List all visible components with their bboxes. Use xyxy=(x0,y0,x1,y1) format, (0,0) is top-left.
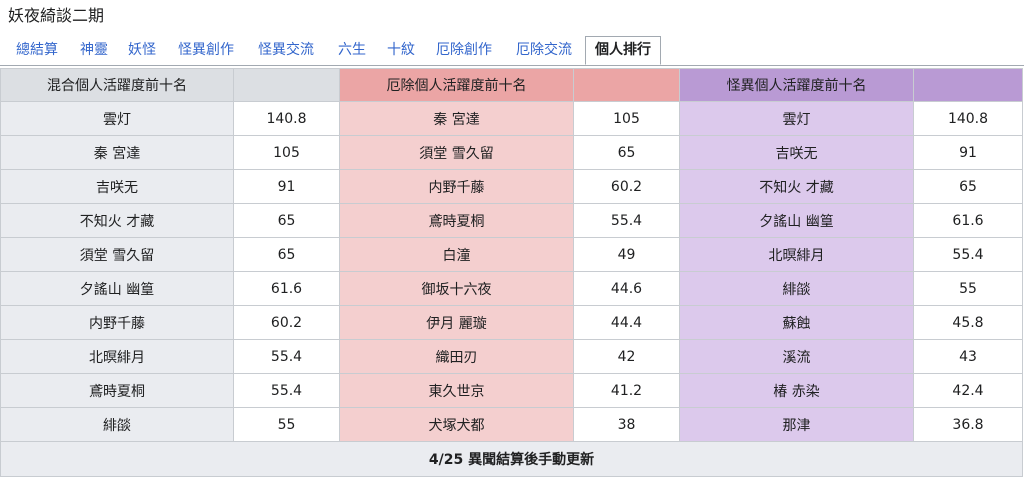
table-row: 雲灯 140.8 秦 宮達 105 雲灯 140.8 xyxy=(0,101,1023,136)
kaii-score-header xyxy=(913,68,1023,102)
kaii-player-score: 55.4 xyxy=(913,237,1023,272)
update-note: 4/25 異聞結算後手動更新 xyxy=(0,441,1023,477)
tab-yakuyoke-exchange[interactable]: 厄除交流 xyxy=(516,36,572,65)
yakuyoke-player-name: 鳶時夏桐 xyxy=(339,203,574,238)
yakuyoke-player-score: 49 xyxy=(573,237,680,272)
kaii-player-score: 43 xyxy=(913,339,1023,374)
kaii-ranking-header: 怪異個人活躍度前十名 xyxy=(679,68,914,102)
mixed-player-name: 須堂 雪久留 xyxy=(0,237,234,272)
mixed-player-name: 雲灯 xyxy=(0,101,234,136)
kaii-player-name: 雲灯 xyxy=(679,101,914,136)
table-row: 内野千藤 60.2 伊月 麗璇 44.4 蘇蝕 45.8 xyxy=(0,305,1023,340)
yakuyoke-player-score: 60.2 xyxy=(573,169,680,204)
kaii-player-name: 溪流 xyxy=(679,339,914,374)
page-title: 妖夜綺談二期 xyxy=(8,6,105,25)
table-row: 北暝緋月 55.4 織田刃 42 溪流 43 xyxy=(0,339,1023,374)
mixed-player-score: 55.4 xyxy=(233,339,340,374)
yakuyoke-player-name: 東久世京 xyxy=(339,373,574,408)
mixed-player-name: 吉咲无 xyxy=(0,169,234,204)
yakuyoke-player-name: 須堂 雪久留 xyxy=(339,135,574,170)
mixed-player-score: 65 xyxy=(233,203,340,238)
yakuyoke-player-name: 内野千藤 xyxy=(339,169,574,204)
yakuyoke-player-score: 38 xyxy=(573,407,680,442)
table-row: 不知火 才藏 65 鳶時夏桐 55.4 夕謠山 幽篁 61.6 xyxy=(0,203,1023,238)
kaii-player-score: 42.4 xyxy=(913,373,1023,408)
tab-youkai[interactable]: 妖怪 xyxy=(128,36,156,65)
mixed-score-header xyxy=(233,68,340,102)
tab-personal-ranking[interactable]: 個人排行 xyxy=(585,36,661,65)
mixed-player-score: 140.8 xyxy=(233,101,340,136)
kaii-player-name: 不知火 才藏 xyxy=(679,169,914,204)
yakuyoke-player-score: 41.2 xyxy=(573,373,680,408)
mixed-player-score: 65 xyxy=(233,237,340,272)
tab-kaii-creation[interactable]: 怪異創作 xyxy=(178,36,234,65)
yakuyoke-player-name: 伊月 麗璇 xyxy=(339,305,574,340)
tab-deities[interactable]: 神靈 xyxy=(80,36,108,65)
tab-rikusei[interactable]: 六生 xyxy=(338,36,366,65)
table-row: 吉咲无 91 内野千藤 60.2 不知火 才藏 65 xyxy=(0,169,1023,204)
yakuyoke-player-score: 44.6 xyxy=(573,271,680,306)
kaii-player-name: 蘇蝕 xyxy=(679,305,914,340)
kaii-player-name: 緋燄 xyxy=(679,271,914,306)
yakuyoke-player-score: 105 xyxy=(573,101,680,136)
mixed-player-score: 91 xyxy=(233,169,340,204)
yakuyoke-player-name: 白潼 xyxy=(339,237,574,272)
mixed-player-score: 61.6 xyxy=(233,271,340,306)
kaii-player-score: 55 xyxy=(913,271,1023,306)
kaii-player-name: 吉咲无 xyxy=(679,135,914,170)
yakuyoke-player-name: 犬塚犬都 xyxy=(339,407,574,442)
tab-summary[interactable]: 總結算 xyxy=(16,36,58,65)
kaii-player-name: 椿 赤染 xyxy=(679,373,914,408)
mixed-player-name: 内野千藤 xyxy=(0,305,234,340)
yakuyoke-player-name: 秦 宮達 xyxy=(339,101,574,136)
kaii-player-score: 36.8 xyxy=(913,407,1023,442)
kaii-player-score: 65 xyxy=(913,169,1023,204)
mixed-player-score: 55.4 xyxy=(233,373,340,408)
mixed-player-name: 北暝緋月 xyxy=(0,339,234,374)
mixed-player-name: 夕謠山 幽篁 xyxy=(0,271,234,306)
kaii-player-score: 140.8 xyxy=(913,101,1023,136)
mixed-player-score: 105 xyxy=(233,135,340,170)
yakuyoke-player-name: 御坂十六夜 xyxy=(339,271,574,306)
kaii-player-name: 北暝緋月 xyxy=(679,237,914,272)
table-row: 夕謠山 幽篁 61.6 御坂十六夜 44.6 緋燄 55 xyxy=(0,271,1023,306)
kaii-player-score: 61.6 xyxy=(913,203,1023,238)
yakuyoke-player-score: 44.4 xyxy=(573,305,680,340)
kaii-player-name: 那津 xyxy=(679,407,914,442)
kaii-player-score: 91 xyxy=(913,135,1023,170)
kaii-player-name: 夕謠山 幽篁 xyxy=(679,203,914,238)
yakuyoke-score-header xyxy=(573,68,680,102)
mixed-player-name: 緋燄 xyxy=(0,407,234,442)
table-row: 秦 宮達 105 須堂 雪久留 65 吉咲无 91 xyxy=(0,135,1023,170)
table-header-row: 混合個人活躍度前十名 厄除個人活躍度前十名 怪異個人活躍度前十名 xyxy=(0,68,1023,102)
yakuyoke-player-name: 織田刃 xyxy=(339,339,574,374)
tab-jumon[interactable]: 十紋 xyxy=(387,36,415,65)
kaii-player-score: 45.8 xyxy=(913,305,1023,340)
table-row: 須堂 雪久留 65 白潼 49 北暝緋月 55.4 xyxy=(0,237,1023,272)
table-footer-row: 4/25 異聞結算後手動更新 xyxy=(0,441,1023,477)
yakuyoke-player-score: 42 xyxy=(573,339,680,374)
tab-bar: 總結算 神靈 妖怪 怪異創作 怪異交流 六生 十紋 厄除創作 厄除交流 個人排行 xyxy=(0,36,1024,66)
ranking-table: 混合個人活躍度前十名 厄除個人活躍度前十名 怪異個人活躍度前十名 雲灯 140.8… xyxy=(0,68,1023,477)
table-row: 鳶時夏桐 55.4 東久世京 41.2 椿 赤染 42.4 xyxy=(0,373,1023,408)
mixed-player-score: 60.2 xyxy=(233,305,340,340)
mixed-player-name: 鳶時夏桐 xyxy=(0,373,234,408)
yakuyoke-ranking-header: 厄除個人活躍度前十名 xyxy=(339,68,574,102)
mixed-player-name: 秦 宮達 xyxy=(0,135,234,170)
mixed-ranking-header: 混合個人活躍度前十名 xyxy=(0,68,234,102)
yakuyoke-player-score: 55.4 xyxy=(573,203,680,238)
mixed-player-score: 55 xyxy=(233,407,340,442)
mixed-player-name: 不知火 才藏 xyxy=(0,203,234,238)
yakuyoke-player-score: 65 xyxy=(573,135,680,170)
tab-kaii-exchange[interactable]: 怪異交流 xyxy=(258,36,314,65)
table-row: 緋燄 55 犬塚犬都 38 那津 36.8 xyxy=(0,407,1023,442)
tab-yakuyoke-creation[interactable]: 厄除創作 xyxy=(436,36,492,65)
